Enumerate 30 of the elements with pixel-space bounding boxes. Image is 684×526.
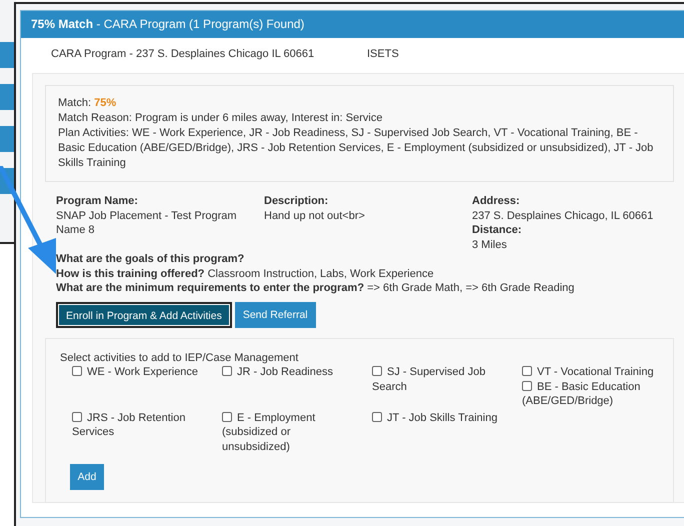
activity-option[interactable]: BE - Basic Education (ABE/GED/Bridge) bbox=[510, 380, 660, 408]
arrow-icon bbox=[0, 166, 56, 274]
activity-option[interactable]: E - Employment (subsidized or unsubsidized) bbox=[210, 410, 360, 454]
enroll-button[interactable]: Enroll in Program & Add Activities bbox=[56, 302, 232, 328]
referral-button[interactable]: Send Referral bbox=[234, 302, 316, 328]
detail-value: SNAP Job Placement - Test Program Name 8 bbox=[56, 208, 238, 238]
detail-label: Distance: bbox=[472, 223, 523, 238]
agency-name: ISETS bbox=[367, 48, 399, 62]
detail-value: 237 S. Desplaines Chicago, IL 60661 bbox=[472, 208, 654, 223]
activity-option[interactable]: JT - Job Skills Training bbox=[360, 410, 510, 425]
detail-value: Hand up not out<br> bbox=[264, 208, 366, 223]
panel-header: 75% Match - CARA Program (1 Program(s) Found) bbox=[21, 11, 684, 38]
detail-value: 3 Miles bbox=[472, 238, 508, 252]
detail-label: Program Name: bbox=[56, 194, 139, 208]
match-label: Match: 75% bbox=[58, 96, 118, 111]
question-text: How is this training offered? Classroom Instruction, Labs, Work Experience bbox=[56, 266, 435, 281]
activity-option[interactable]: JR - Job Readiness bbox=[210, 365, 360, 380]
add-button[interactable]: Add bbox=[70, 464, 104, 490]
activity-option[interactable]: JRS - Job Retention Services bbox=[60, 410, 210, 440]
activities-title: Select activities to add to IEP/Case Management bbox=[60, 350, 300, 365]
match-reason: Match Reason: Program is under 6 miles away, Interest in: Service bbox=[58, 111, 384, 126]
plan-activities: Plan Activities: WE - Work Experience, JR - Job Readiness, SJ - Supervised Job Search, VT - Vocational Training, BE - Basic Education (ABE/GED/Bridge), JRS - Job Retention Services, E - Employment (subsidized or unsubsidized), JT - Job Skills Training bbox=[58, 126, 654, 171]
activity-option[interactable]: VT - Vocational Training bbox=[510, 365, 660, 380]
detail-label: Description: bbox=[264, 194, 330, 208]
activity-option[interactable]: WE - Work Experience bbox=[60, 365, 210, 380]
question-text: What are the minimum requirements to enter the program? => 6th Grade Math, => 6th Grade Reading bbox=[56, 281, 576, 296]
detail-label: Address: bbox=[472, 194, 521, 208]
program-address: CARA Program - 237 S. Desplaines Chicago IL 60661 bbox=[51, 48, 316, 62]
question-text: What are the goals of this program? bbox=[56, 252, 246, 266]
activity-option[interactable]: SJ - Supervised Job Search bbox=[360, 365, 510, 394]
